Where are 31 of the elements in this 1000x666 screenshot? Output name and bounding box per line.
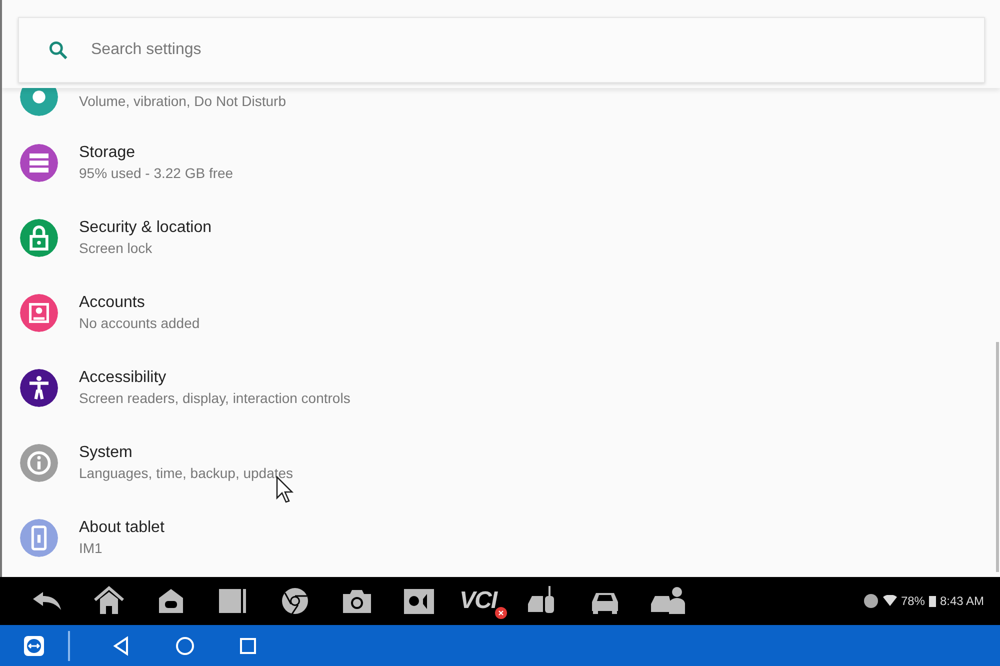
wifi-icon (882, 595, 897, 607)
settings-item[interactable]: Security & location Screen lock (2, 200, 992, 275)
setting-subtitle: 95% used - 3.22 GB free (79, 164, 234, 182)
settings-item[interactable]: Accessibility Screen readers, display, interaction controls (2, 350, 992, 425)
setting-subtitle: Screen lock (79, 238, 154, 257)
scrollbar[interactable] (996, 342, 999, 572)
setting-subtitle: Languages, time, backup, updates (79, 464, 294, 482)
setting-subtitle: IM1 (79, 538, 104, 557)
battery-icon (928, 595, 936, 607)
clock-time: 8:43 AM (940, 593, 984, 610)
setting-subtitle: No accounts added (79, 314, 200, 332)
setting-subtitle: Screen readers, display, interaction controls (79, 388, 350, 407)
notification-icon (862, 593, 879, 609)
battery-level: 78% (900, 593, 925, 610)
setting-title: Accounts (79, 293, 146, 313)
settings-item[interactable]: Accounts No accounts added (2, 275, 992, 350)
setting-title: Security & location (79, 218, 212, 238)
vci-button[interactable]: VCI (459, 583, 502, 619)
search-field[interactable]: Search settings (18, 17, 985, 83)
settings-item[interactable]: System Languages, time, backup, updates (2, 425, 992, 500)
search-icon (47, 39, 69, 61)
settings-item[interactable]: Storage 95% used - 3.22 GB free (2, 125, 992, 200)
error-badge-icon (494, 607, 506, 619)
setting-subtitle: Volume, vibration, Do Not Disturb (79, 92, 286, 110)
settings-item[interactable]: About tablet IM1 (2, 500, 992, 575)
remote-control-icon[interactable] (22, 634, 46, 658)
search-input[interactable]: Search settings (89, 37, 984, 63)
setting-title: About tablet (79, 518, 164, 538)
setting-title: Storage (79, 143, 136, 163)
setting-title: Accessibility (79, 368, 168, 388)
setting-title: System (79, 443, 134, 463)
